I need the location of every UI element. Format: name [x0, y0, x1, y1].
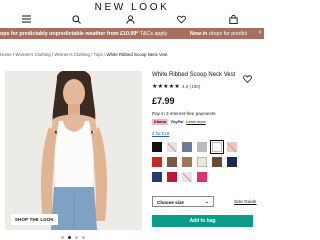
- rating-count[interactable]: 4.6 (190): [182, 84, 200, 89]
- colour-swatch[interactable]: [152, 142, 162, 152]
- colour-swatch[interactable]: [227, 157, 237, 167]
- promo-banner[interactable]: ops for predictably unpredictable weathe…: [0, 28, 264, 39]
- paypal-logo: PayPal: [170, 120, 184, 124]
- model-illustration: [5, 71, 142, 230]
- gallery-dot[interactable]: [75, 236, 78, 239]
- top-nav: [0, 13, 264, 26]
- breadcrumb-item[interactable]: Women's Clothing: [54, 52, 89, 57]
- colour-swatch[interactable]: [167, 142, 177, 152]
- colour-swatch[interactable]: [182, 172, 192, 182]
- gallery-dot[interactable]: [61, 236, 64, 239]
- product-image[interactable]: SHOP THE LOOK: [5, 71, 142, 230]
- wishlist-heart-icon[interactable]: [243, 70, 252, 88]
- breadcrumb: Home / Women's Clothing / Women's Clothi…: [0, 52, 168, 57]
- promo-right-text: New-in drops for predict: [190, 30, 248, 37]
- brand-logo[interactable]: NEW LOOK: [0, 2, 264, 13]
- gallery-dots: [61, 236, 85, 239]
- gallery-dot-active[interactable]: [68, 236, 71, 239]
- chevron-down-icon: ⌄: [204, 199, 209, 205]
- breadcrumb-item[interactable]: Home: [0, 52, 12, 57]
- bag-icon[interactable]: [227, 13, 239, 25]
- size-guide-link[interactable]: Size Guide: [234, 199, 256, 204]
- learn-more-link[interactable]: Learn more: [186, 120, 205, 124]
- search-icon[interactable]: [70, 13, 82, 25]
- payment-info: Pay in 3 interest-free payments: [152, 111, 216, 116]
- colour-swatches: [152, 140, 240, 182]
- shop-the-look-button[interactable]: SHOP THE LOOK: [11, 214, 58, 225]
- colour-swatch[interactable]: [167, 172, 177, 182]
- rating-stars[interactable]: ★★★★★: [152, 83, 180, 90]
- size-select[interactable]: Choose size ⌄: [152, 196, 214, 207]
- colour-swatch[interactable]: [227, 142, 237, 152]
- chevron-right-icon[interactable]: ›: [259, 29, 261, 36]
- size-select-placeholder: Choose size: [157, 200, 184, 205]
- colour-swatch[interactable]: [152, 157, 162, 167]
- breadcrumb-current: White Ribbed Scoop Neck Vest: [106, 52, 168, 57]
- product-title: White Ribbed Scoop Neck Vest: [152, 72, 236, 78]
- gallery-dot[interactable]: [82, 236, 85, 239]
- klarna-logo: Klarna: [152, 119, 168, 125]
- menu-icon[interactable]: [20, 13, 32, 25]
- colour-swatch[interactable]: [210, 140, 224, 154]
- breadcrumb-item[interactable]: Tops: [94, 52, 103, 57]
- colour-swatch[interactable]: [197, 157, 207, 167]
- add-to-bag-button[interactable]: Add to bag: [152, 215, 253, 227]
- wishlist-icon[interactable]: [175, 13, 187, 25]
- colour-swatch[interactable]: [182, 157, 192, 167]
- colour-swatch[interactable]: [197, 172, 207, 182]
- colour-swatch[interactable]: [167, 157, 177, 167]
- colour-swatch[interactable]: [197, 142, 207, 152]
- offer-link[interactable]: 2 for £18: [152, 131, 169, 136]
- breadcrumb-item[interactable]: Women's Clothing: [15, 52, 50, 57]
- account-icon[interactable]: [124, 13, 136, 25]
- promo-left-text: ops for predictably unpredictable weathe…: [0, 30, 168, 37]
- colour-swatch[interactable]: [212, 157, 222, 167]
- colour-swatch[interactable]: [182, 142, 192, 152]
- colour-swatch[interactable]: [152, 172, 162, 182]
- product-price: £7.99: [152, 96, 175, 106]
- payment-badges: Klarna PayPal Learn more: [152, 119, 206, 125]
